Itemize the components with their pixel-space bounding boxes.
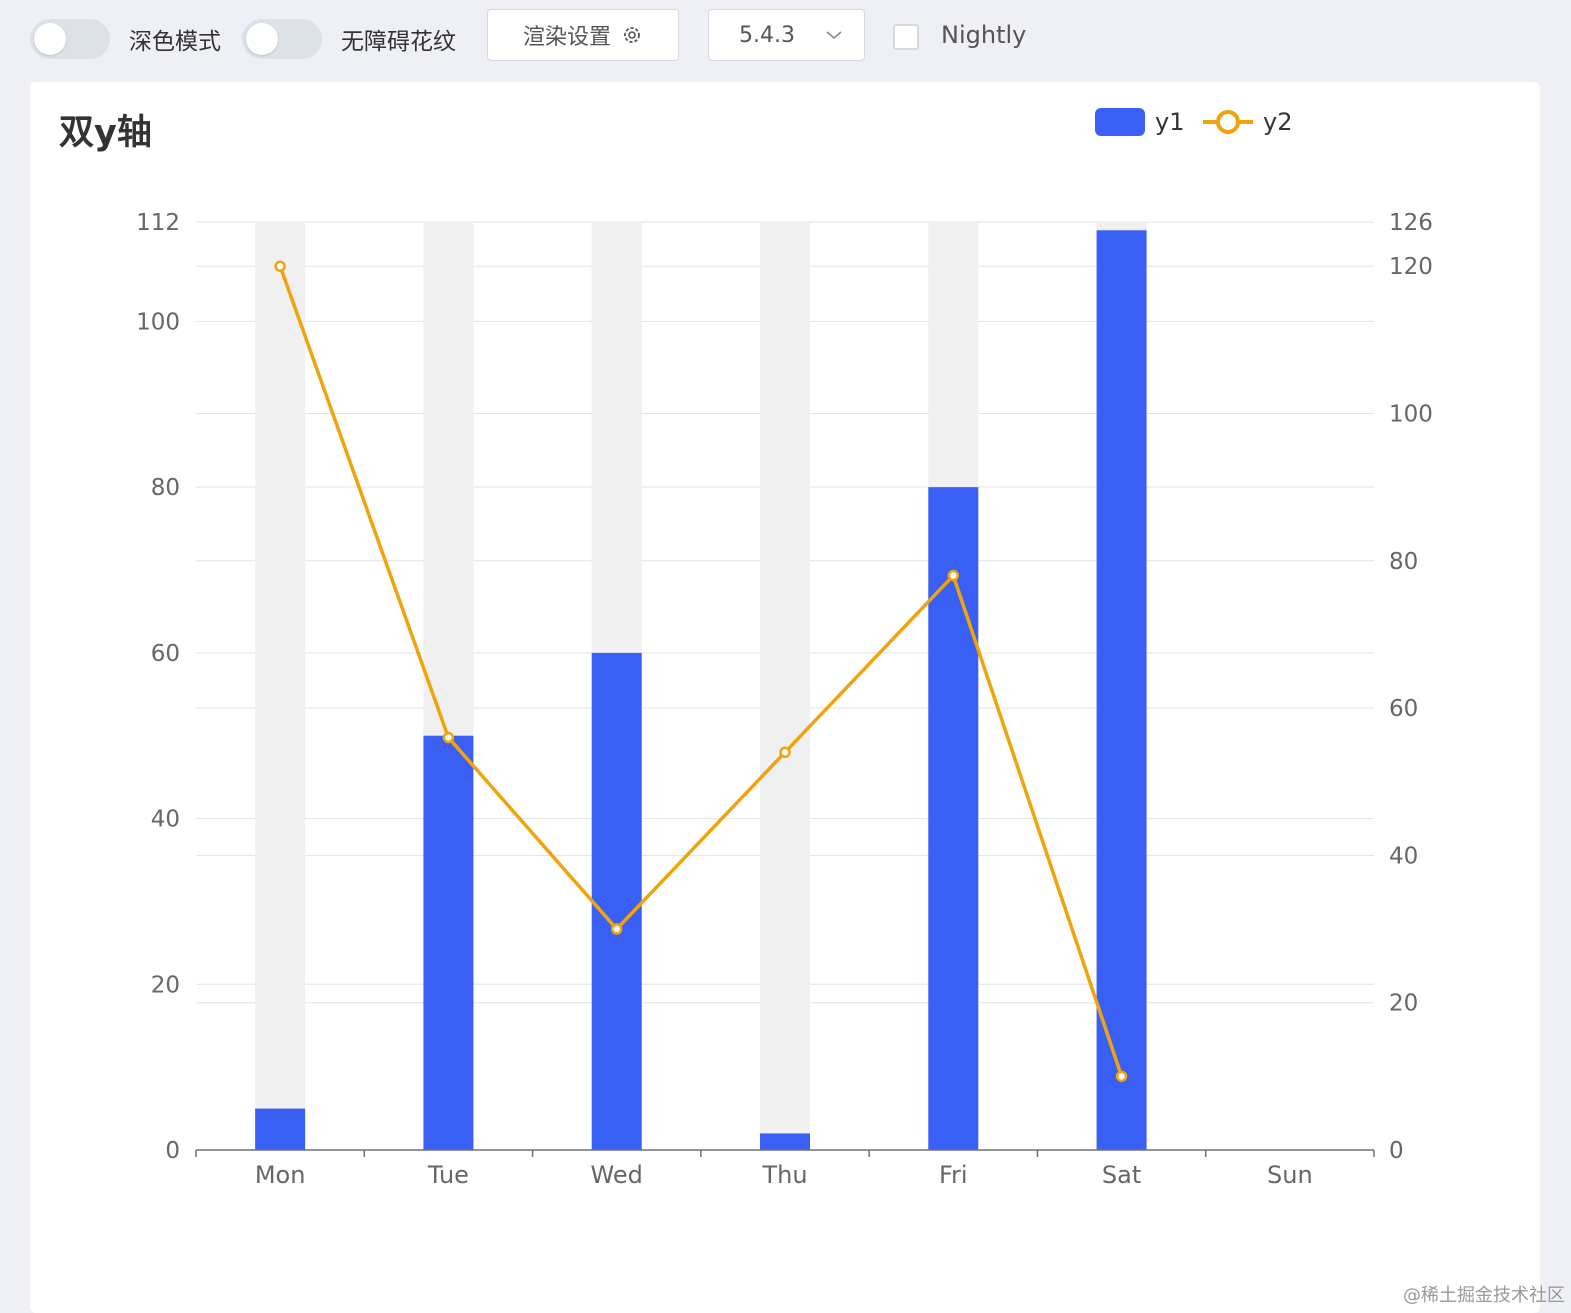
y-right-tick-label: 40 [1389, 843, 1418, 869]
bar-y1-fri [928, 487, 979, 1151]
line-y2-point [274, 260, 286, 272]
y-right-tick-label: 0 [1389, 1138, 1404, 1164]
bar-y1-wed [591, 652, 642, 1150]
y-right-tick-label: 80 [1389, 549, 1418, 575]
line-y2-point [442, 731, 455, 744]
line-y2-point [947, 569, 960, 582]
y-left-tick-label: 40 [151, 807, 180, 833]
y-right-tick-label: 100 [1389, 401, 1433, 427]
x-tick-label: Sat [1102, 1161, 1141, 1189]
line-y2 [278, 265, 1124, 1077]
x-tick-label: Thu [761, 1161, 807, 1189]
x-tick-label: Sun [1267, 1161, 1313, 1189]
bar-background [255, 222, 306, 1150]
y-right-tick-label: 60 [1389, 696, 1418, 722]
y-left-tick-label: 112 [136, 210, 180, 236]
x-tick-label: Wed [591, 1161, 643, 1189]
line-y2-point [610, 923, 623, 935]
y-left-tick-label: 100 [136, 309, 180, 335]
y-right-tick-label: 120 [1389, 254, 1433, 280]
chart-plot: 0 20 40 60 80 100 112 0 20 40 60 80 100 120 126 Mon Tue W… [136, 210, 1433, 1189]
y-right-tick-label: 126 [1389, 210, 1433, 236]
y-left-tick-label: 0 [165, 1138, 180, 1164]
y-left-tick-label: 80 [151, 475, 180, 501]
line-y2-point [1115, 1070, 1128, 1083]
bar-y1-sat [1096, 230, 1147, 1151]
x-tick-label: Fri [939, 1161, 968, 1189]
watermark: @稀土掘金技术社区 [1403, 1285, 1565, 1306]
x-tick-label: Mon [255, 1161, 306, 1189]
y-left-tick-label: 20 [151, 972, 180, 998]
y-right-tick-label: 20 [1389, 991, 1418, 1017]
bar-background [760, 222, 810, 1150]
x-tick-label: Tue [427, 1161, 469, 1189]
y-left-tick-label: 60 [151, 641, 180, 667]
bar-y1-thu [760, 1133, 810, 1150]
line-y2-point [779, 746, 791, 759]
bar-y1-mon [255, 1108, 306, 1150]
bar-y1-tue [423, 735, 474, 1150]
